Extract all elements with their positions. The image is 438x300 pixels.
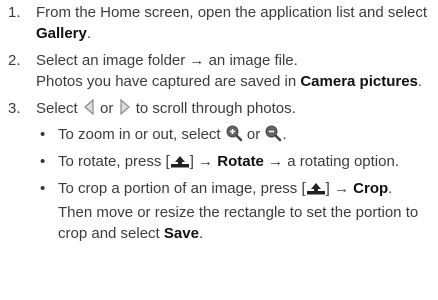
rotate-label: Rotate	[217, 153, 264, 170]
bullet-icon: •	[40, 126, 46, 143]
step-2-text: Select an image folder → an image file.	[36, 52, 298, 69]
bullet-rotate: • To rotate, press [ ] → Rotate → a rotat…	[36, 151, 428, 175]
bullet-text: To crop a portion of an image, press [ ] …	[58, 178, 428, 244]
bullet-icon: •	[40, 180, 46, 197]
step-1: 1. From the Home screen, open the applic…	[4, 2, 434, 44]
zoom-in-icon	[225, 124, 243, 148]
step-3-text-b: to scroll through photos.	[131, 100, 296, 117]
arrow-right-icon	[118, 98, 132, 122]
menu-key-icon	[170, 154, 190, 175]
zoom-text: To zoom in or out, select	[58, 126, 225, 143]
zoom-out-icon	[264, 124, 282, 148]
step-number: 3.	[8, 100, 21, 117]
zoom-punct: .	[282, 126, 287, 143]
crop-punct: .	[198, 225, 204, 242]
instructions: 1. From the Home screen, open the applic…	[0, 0, 438, 247]
step-2-note: Photos you have captured are saved in Ca…	[36, 71, 428, 92]
step-text: Select an image folder → an image file. …	[36, 50, 434, 92]
gallery-label: Gallery	[36, 25, 87, 42]
step-2: 2. Select an image folder → an image fil…	[4, 50, 434, 92]
bullet-icon: •	[40, 153, 46, 170]
step-1-punct: .	[86, 25, 92, 42]
crop-label: Crop	[353, 180, 389, 197]
step-text: Select or to scroll through photos. • To…	[36, 98, 434, 247]
step-3: 3. Select or to scroll through photos. •…	[4, 98, 434, 247]
bullet-zoom: • To zoom in or out, select or .	[36, 124, 428, 148]
camera-pictures-label: Camera pictures	[300, 73, 418, 90]
rotate-text-a: To rotate, press [	[58, 153, 170, 170]
save-label: Save	[163, 225, 199, 242]
step-3-text: Select or to scroll through photos.	[36, 98, 428, 122]
rotate-text-c: → a rotating option.	[263, 153, 399, 170]
step-text: From the Home screen, open the applicati…	[36, 2, 434, 44]
step-number: 2.	[8, 52, 21, 69]
crop-text-b: ] →	[325, 180, 354, 197]
crop-text-a: To crop a portion of an image, press [	[58, 180, 306, 197]
step-3-bullets: • To zoom in or out, select or . • To ro…	[36, 124, 428, 244]
arrow-left-icon	[82, 98, 96, 122]
step-2-punct: .	[417, 73, 423, 90]
rotate-text-b: ] →	[189, 153, 218, 170]
step-1-text: From the Home screen, open the applicati…	[36, 4, 428, 21]
step-2-note-text: Photos you have captured are saved in	[36, 73, 301, 90]
bullet-crop: • To crop a portion of an image, press […	[36, 178, 428, 244]
step-3-text-a: Select	[36, 100, 82, 117]
zoom-or: or	[242, 126, 265, 143]
step-number: 1.	[8, 4, 21, 21]
bullet-text: To rotate, press [ ] → Rotate → a rotatin…	[58, 151, 428, 175]
step-3-or: or	[95, 100, 118, 117]
menu-key-icon	[306, 181, 326, 202]
bullet-text: To zoom in or out, select or .	[58, 124, 428, 148]
